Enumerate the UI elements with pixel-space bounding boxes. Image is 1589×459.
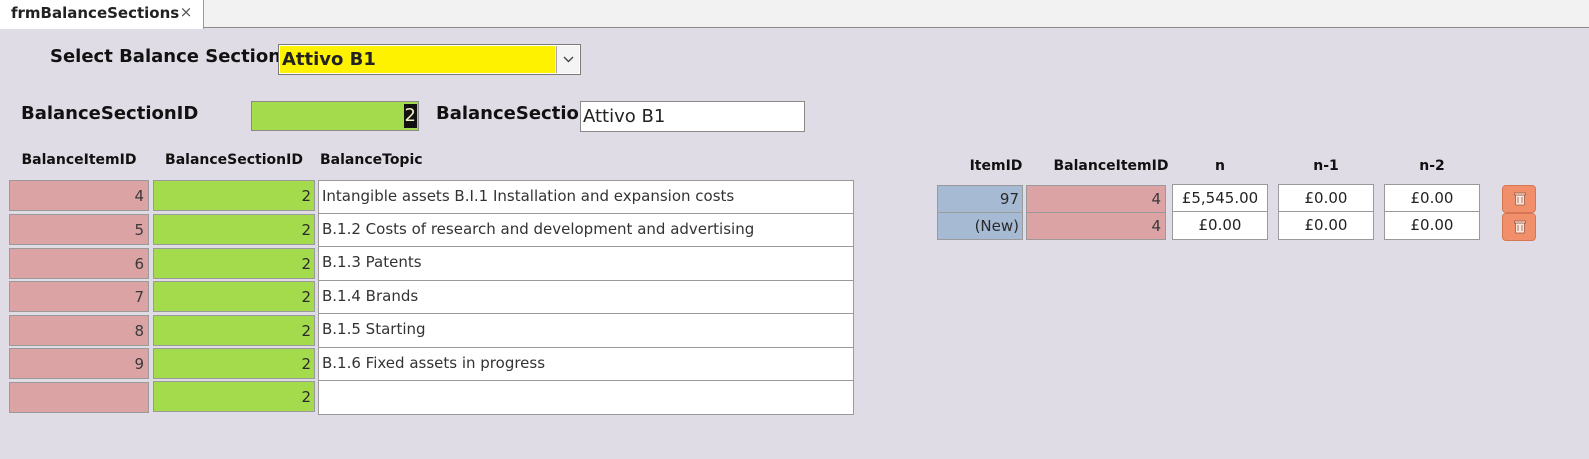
item-id-cell[interactable]: 6 — [9, 248, 149, 279]
col-header-n-2: n-2 — [1419, 158, 1445, 174]
col-header-balance-topic: BalanceTopic — [320, 152, 423, 168]
delete-row-button[interactable] — [1502, 185, 1536, 213]
section-id-cell[interactable]: 2 — [153, 281, 315, 312]
value-balance-item-id-cell-new[interactable]: 4 — [1026, 212, 1166, 240]
section-id-cell[interactable]: 2 — [153, 315, 315, 346]
trash-icon — [1514, 192, 1526, 206]
tab-strip — [0, 0, 1589, 28]
section-name-field[interactable]: Attivo B1 — [580, 101, 805, 132]
tab-frmBalanceSections[interactable]: frmBalanceSections — [0, 0, 204, 29]
section-id-field[interactable]: 2 — [251, 101, 419, 131]
chevron-down-icon — [563, 56, 574, 63]
close-tab-icon[interactable]: × — [178, 3, 194, 21]
section-id-cell[interactable]: 2 — [153, 214, 315, 245]
value-n-cell-new[interactable]: £0.00 — [1172, 211, 1268, 240]
section-combobox-value[interactable]: Attivo B1 — [280, 46, 555, 73]
item-id-cell[interactable]: 8 — [9, 315, 149, 346]
value-item-id-cell-new[interactable]: (New) — [937, 212, 1023, 240]
item-id-cell[interactable]: 9 — [9, 348, 149, 379]
section-id-value: 2 — [403, 104, 417, 128]
topic-cell[interactable]: B.1.6 Fixed assets in progress — [318, 347, 854, 381]
col-header-balance-item-id: BalanceItemID — [1053, 158, 1169, 174]
section-id-label: BalanceSectionID — [21, 103, 199, 124]
col-header-n-1: n-1 — [1313, 158, 1339, 174]
value-n-1-cell-new[interactable]: £0.00 — [1278, 211, 1374, 240]
value-n-cell[interactable]: £5,545.00 — [1172, 184, 1268, 213]
section-id-cell[interactable]: 2 — [153, 180, 315, 211]
section-name-label: BalanceSection — [436, 103, 592, 124]
value-n-1-cell[interactable]: £0.00 — [1278, 184, 1374, 213]
value-balance-item-id-cell[interactable]: 4 — [1026, 185, 1166, 213]
col-header-balance-item-id: BalanceItemID — [21, 152, 137, 168]
trash-icon — [1514, 220, 1526, 234]
item-id-cell[interactable]: 5 — [9, 214, 149, 245]
topic-cell[interactable]: B.1.3 Patents — [318, 246, 854, 281]
item-id-cell[interactable]: 7 — [9, 281, 149, 312]
item-id-cell-new[interactable] — [9, 382, 149, 413]
section-id-cell-new[interactable]: 2 — [153, 381, 315, 412]
topic-cell-new[interactable] — [318, 380, 854, 415]
topic-cell[interactable]: B.1.4 Brands — [318, 280, 854, 314]
col-header-item-id: ItemID — [969, 158, 1023, 174]
value-n-2-cell[interactable]: £0.00 — [1384, 184, 1480, 213]
col-header-balance-section-id: BalanceSectionID — [165, 152, 303, 168]
topic-cell[interactable]: Intangible assets B.I.1 Installation and… — [318, 180, 854, 214]
value-item-id-cell[interactable]: 97 — [937, 185, 1023, 213]
tab-title: frmBalanceSections — [11, 4, 180, 22]
value-n-2-cell-new[interactable]: £0.00 — [1384, 211, 1480, 240]
select-section-label: Select Balance Section — [50, 46, 282, 67]
combobox-dropdown-button[interactable] — [556, 46, 579, 73]
topic-cell[interactable]: B.1.2 Costs of research and development … — [318, 213, 854, 247]
section-id-cell[interactable]: 2 — [153, 248, 315, 279]
item-id-cell[interactable]: 4 — [9, 180, 149, 211]
delete-row-button[interactable] — [1502, 213, 1536, 241]
col-header-n: n — [1215, 158, 1225, 174]
topic-cell[interactable]: B.1.5 Starting — [318, 313, 854, 348]
section-id-cell[interactable]: 2 — [153, 348, 315, 379]
section-combobox[interactable]: Attivo B1 — [278, 44, 581, 75]
